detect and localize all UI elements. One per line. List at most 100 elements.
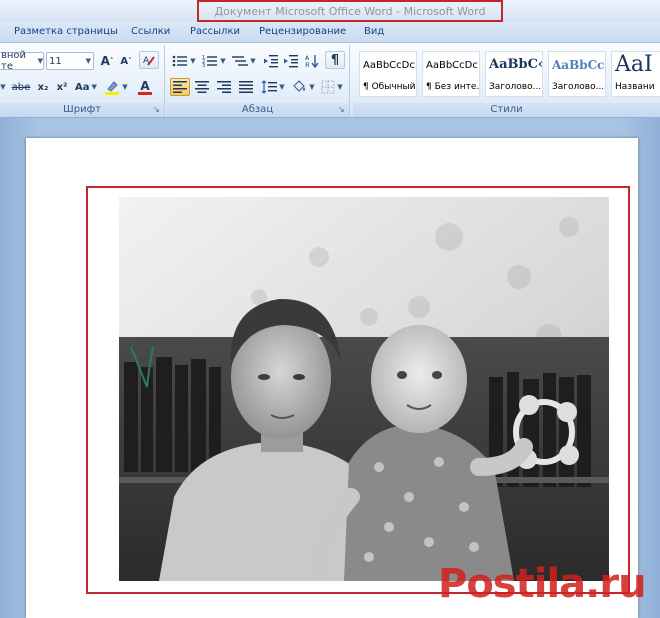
align-right-button[interactable] — [214, 78, 234, 96]
borders-button[interactable]: ▼ — [318, 78, 346, 96]
style-title[interactable]: AaI Названи — [611, 51, 660, 97]
dialog-launcher-icon[interactable]: ↘ — [153, 106, 161, 114]
grow-font-button[interactable]: A ˄ — [98, 52, 116, 70]
window-title: Документ Microsoft Office Word - Microso… — [214, 4, 486, 18]
align-left-button[interactable] — [170, 78, 190, 96]
font-group-label: Шрифт — [0, 103, 164, 117]
font-name-box[interactable]: вной те ▼ — [0, 50, 44, 72]
bullet-list-icon — [172, 55, 188, 67]
paragraph-group-label: Абзац — [166, 103, 349, 117]
clear-format-icon: A — [143, 56, 155, 66]
style-no-spacing[interactable]: AaBbCcDc ¶ Без инте... — [422, 51, 480, 97]
superscript-icon: x² — [56, 81, 68, 93]
postila-logo: Postila.ru — [438, 556, 647, 612]
chevron-down-icon: ▼ — [337, 83, 343, 91]
multilevel-list-button[interactable]: ▼ — [230, 52, 258, 70]
numbered-list-icon: 1 2 3 — [202, 55, 218, 68]
tab-review[interactable]: Рецензирование — [259, 24, 346, 42]
strikethrough-button[interactable]: abe — [10, 78, 32, 96]
style-normal[interactable]: AaBbCcDc ¶ Обычный — [359, 51, 417, 97]
chevron-down-icon: ▼ — [91, 83, 97, 91]
borders-icon — [321, 80, 335, 94]
superscript-button[interactable]: x² — [53, 78, 71, 96]
style-sample: AaBbCcDc — [363, 60, 415, 71]
style-sample: AaI — [615, 52, 653, 77]
tab-page-layout[interactable]: Разметка страницы — [14, 24, 118, 42]
align-right-icon — [217, 81, 231, 93]
font-color-button[interactable]: A — [132, 78, 158, 96]
subscript-icon: x₂ — [37, 81, 49, 93]
strikethrough-icon: abe — [11, 81, 31, 93]
line-spacing-button[interactable]: ▼ — [260, 78, 286, 96]
svg-text:A: A — [305, 55, 310, 62]
style-heading-1[interactable]: AaBbC‹ Заголово... — [485, 51, 543, 97]
numbering-button[interactable]: 1 2 3 ▼ — [200, 52, 228, 70]
style-sample: AaBbCc — [552, 58, 605, 72]
photo-selection-frame — [86, 186, 630, 594]
style-heading-2[interactable]: AaBbCc Заголово... — [548, 51, 606, 97]
window-title-highlight: Документ Microsoft Office Word - Microso… — [197, 0, 503, 22]
chevron-down-icon: ▼ — [190, 57, 196, 65]
show-formatting-marks-button[interactable]: ¶ — [325, 51, 345, 69]
paragraph-group: ▼ 1 2 3 ▼ ▼ A Я ¶ ▼ ▼ ▼ Абзац ↘ — [166, 45, 350, 117]
style-sample: AaBbCcDc — [426, 60, 478, 71]
paint-bucket-icon — [293, 80, 306, 92]
style-name: Заголово... — [489, 82, 542, 92]
increase-indent-icon — [284, 55, 298, 68]
align-left-icon — [173, 81, 187, 93]
dialog-launcher-icon[interactable]: ↘ — [338, 106, 346, 114]
chevron-down-icon: ▼ — [0, 83, 6, 91]
font-size-box[interactable]: 11 ▼ — [46, 52, 94, 70]
chevron-down-icon: ▼ — [122, 83, 128, 91]
font-color-icon: A — [140, 78, 150, 93]
chevron-down-icon: ▼ — [250, 57, 256, 65]
ribbon: вной те ▼ 11 ▼ A˄ A˅ A ▼ abe x₂ x² Aa — [0, 42, 660, 118]
change-case-icon: Aa — [75, 81, 90, 93]
tab-references[interactable]: Ссылки — [131, 24, 170, 42]
align-center-icon — [195, 81, 209, 93]
title-bar: Документ Microsoft Office Word - Microso… — [0, 0, 660, 22]
justify-button[interactable] — [236, 78, 256, 96]
chevron-down-icon: ▼ — [309, 83, 315, 91]
watermark-text: Postila.ru — [438, 561, 647, 607]
svg-text:3: 3 — [202, 63, 205, 68]
sort-button[interactable]: A Я — [302, 52, 322, 70]
underline-dropdown[interactable]: ▼ — [0, 78, 8, 96]
decrease-indent-button[interactable] — [262, 52, 280, 70]
font-name-value: вной те — [1, 50, 27, 72]
font-color-swatch — [138, 91, 152, 95]
tab-mailings[interactable]: Рассылки — [190, 24, 240, 42]
decrease-indent-icon — [264, 55, 278, 68]
grow-font-icon: A — [100, 54, 110, 68]
subscript-button[interactable]: x₂ — [34, 78, 52, 96]
style-name: ¶ Без инте... — [426, 82, 480, 92]
shading-button[interactable]: ▼ — [290, 78, 316, 96]
font-size-value: 11 — [49, 55, 62, 67]
pilcrow-icon: ¶ — [330, 52, 340, 68]
increase-indent-button[interactable] — [282, 52, 300, 70]
styles-group: AaBbCcDc ¶ Обычный AaBbCcDc ¶ Без инте..… — [353, 45, 660, 117]
ribbon-tabs: Разметка страницы Ссылки Рассылки Реценз… — [0, 22, 660, 42]
style-name: Заголово... — [552, 82, 605, 92]
change-case-button[interactable]: Aa ▼ — [73, 78, 99, 96]
chevron-down-icon: ▼ — [37, 57, 43, 65]
shrink-font-icon: A — [120, 55, 129, 67]
chevron-down-icon: ▼ — [220, 57, 226, 65]
styles-group-label: Стили — [353, 103, 660, 117]
style-sample: AaBbC‹ — [489, 57, 543, 72]
style-name: Названи — [615, 82, 655, 92]
multilevel-list-icon — [232, 56, 249, 66]
tab-view[interactable]: Вид — [364, 24, 384, 42]
line-spacing-icon — [261, 80, 278, 94]
style-name: ¶ Обычный — [363, 82, 416, 92]
svg-text:Я: Я — [305, 62, 309, 68]
shrink-font-button[interactable]: A ˅ — [117, 52, 135, 70]
align-center-button[interactable] — [192, 78, 212, 96]
highlighter-icon — [105, 81, 120, 95]
clear-formatting-button[interactable]: A — [139, 51, 159, 69]
highlight-color-button[interactable]: ▼ — [103, 78, 129, 96]
font-group: вной те ▼ 11 ▼ A˄ A˅ A ▼ abe x₂ x² Aa — [0, 45, 165, 117]
chevron-down-icon: ▼ — [85, 57, 91, 65]
sort-icon: A Я — [305, 55, 319, 68]
bullets-button[interactable]: ▼ — [170, 52, 198, 70]
